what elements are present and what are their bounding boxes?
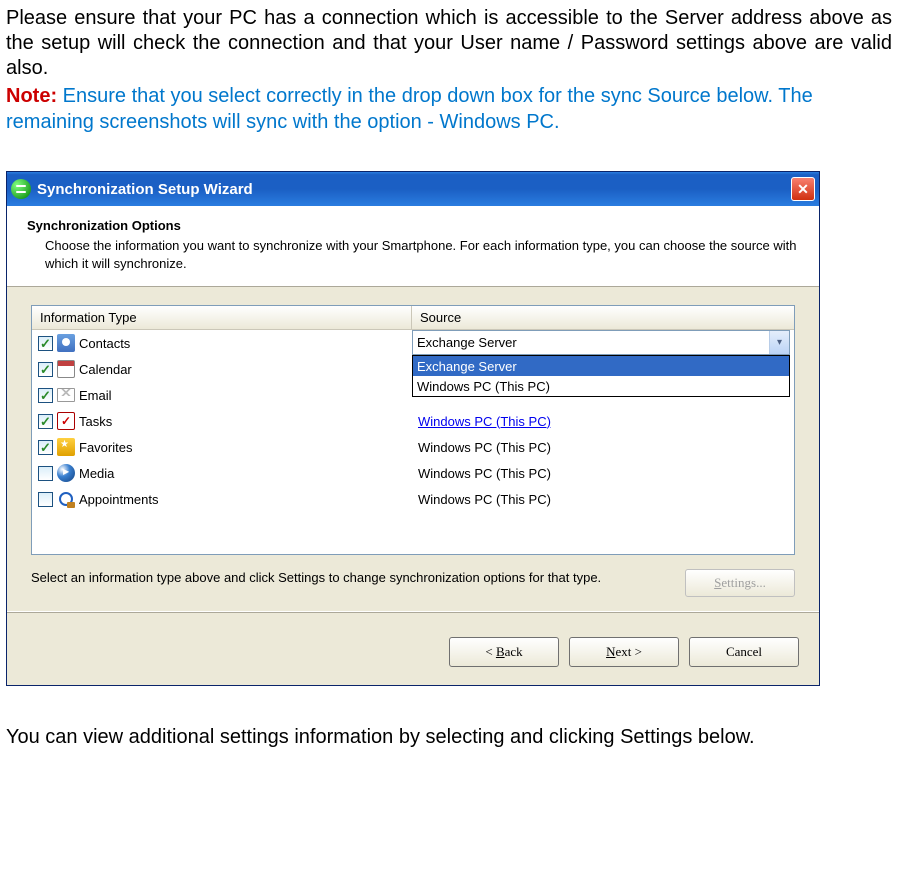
body-panel: Information Type Source Contacts bbox=[7, 287, 819, 623]
list-row-appointments[interactable]: Appointments Windows PC (This PC) bbox=[32, 486, 794, 512]
list-row-media[interactable]: Media Windows PC (This PC) bbox=[32, 460, 794, 486]
checkbox-tasks[interactable] bbox=[38, 414, 53, 429]
dropdown-option-windows-pc[interactable]: Windows PC (This PC) bbox=[413, 376, 789, 396]
row-source: Windows PC (This PC) bbox=[412, 466, 794, 481]
list-header: Information Type Source bbox=[32, 306, 794, 330]
cancel-button[interactable]: Cancel bbox=[689, 637, 799, 667]
row-source-link[interactable]: Windows PC (This PC) bbox=[418, 414, 551, 429]
close-button[interactable]: ✕ bbox=[791, 177, 815, 201]
dropdown-selected[interactable]: Exchange Server ▾ bbox=[412, 330, 790, 355]
note-label: Note: bbox=[6, 85, 57, 107]
note-text: Ensure that you select correctly in the … bbox=[6, 85, 813, 133]
titlebar: Synchronization Setup Wizard ✕ bbox=[7, 172, 819, 206]
tasks-icon bbox=[57, 412, 75, 430]
dropdown-list: Exchange Server Windows PC (This PC) bbox=[412, 355, 790, 397]
below-list-area: Select an information type above and cli… bbox=[31, 569, 795, 597]
footer-buttons: < Back Next > Cancel bbox=[7, 623, 819, 685]
settings-button: Settings... bbox=[685, 569, 795, 597]
below-list-text: Select an information type above and cli… bbox=[31, 569, 665, 587]
checkbox-calendar[interactable] bbox=[38, 362, 53, 377]
sync-wizard-window: Synchronization Setup Wizard ✕ Synchroni… bbox=[6, 171, 820, 686]
row-label: Appointments bbox=[79, 492, 159, 507]
contacts-icon bbox=[57, 334, 75, 352]
row-label: Media bbox=[79, 466, 114, 481]
source-dropdown[interactable]: Exchange Server ▾ Exchange Server Window… bbox=[412, 330, 790, 397]
appointments-icon bbox=[57, 490, 75, 508]
row-source: Windows PC (This PC) bbox=[412, 440, 794, 455]
row-label: Contacts bbox=[79, 336, 130, 351]
checkbox-email[interactable] bbox=[38, 388, 53, 403]
list-row-tasks[interactable]: Tasks Windows PC (This PC) bbox=[32, 408, 794, 434]
outro-paragraph: You can view additional settings informa… bbox=[6, 726, 892, 749]
column-header-source[interactable]: Source bbox=[412, 306, 794, 329]
list-row-favorites[interactable]: Favorites Windows PC (This PC) bbox=[32, 434, 794, 460]
header-title: Synchronization Options bbox=[27, 218, 799, 233]
intro-paragraph: Please ensure that your PC has a connect… bbox=[6, 6, 892, 81]
header-panel: Synchronization Options Choose the infor… bbox=[7, 206, 819, 287]
window-title: Synchronization Setup Wizard bbox=[37, 181, 253, 198]
checkbox-favorites[interactable] bbox=[38, 440, 53, 455]
header-description: Choose the information you want to synch… bbox=[45, 237, 799, 272]
row-label: Calendar bbox=[79, 362, 132, 377]
checkbox-appointments[interactable] bbox=[38, 492, 53, 507]
list-body: Contacts Calendar Em bbox=[32, 330, 794, 512]
favorites-icon bbox=[57, 438, 75, 456]
next-button[interactable]: Next > bbox=[569, 637, 679, 667]
row-label: Tasks bbox=[79, 414, 112, 429]
column-header-type[interactable]: Information Type bbox=[32, 306, 412, 329]
row-label: Favorites bbox=[79, 440, 132, 455]
sync-list: Information Type Source Contacts bbox=[31, 305, 795, 555]
calendar-icon bbox=[57, 360, 75, 378]
checkbox-media[interactable] bbox=[38, 466, 53, 481]
back-button[interactable]: < Back bbox=[449, 637, 559, 667]
row-label: Email bbox=[79, 388, 112, 403]
dropdown-option-exchange[interactable]: Exchange Server bbox=[413, 356, 789, 376]
chevron-down-icon[interactable]: ▾ bbox=[769, 331, 789, 354]
row-source: Windows PC (This PC) bbox=[412, 492, 794, 507]
dropdown-selected-text: Exchange Server bbox=[417, 335, 517, 350]
checkbox-contacts[interactable] bbox=[38, 336, 53, 351]
media-icon bbox=[57, 464, 75, 482]
separator bbox=[7, 611, 819, 613]
email-icon bbox=[57, 388, 75, 402]
note-paragraph: Note: Ensure that you select correctly i… bbox=[6, 83, 892, 135]
sync-icon bbox=[11, 179, 31, 199]
